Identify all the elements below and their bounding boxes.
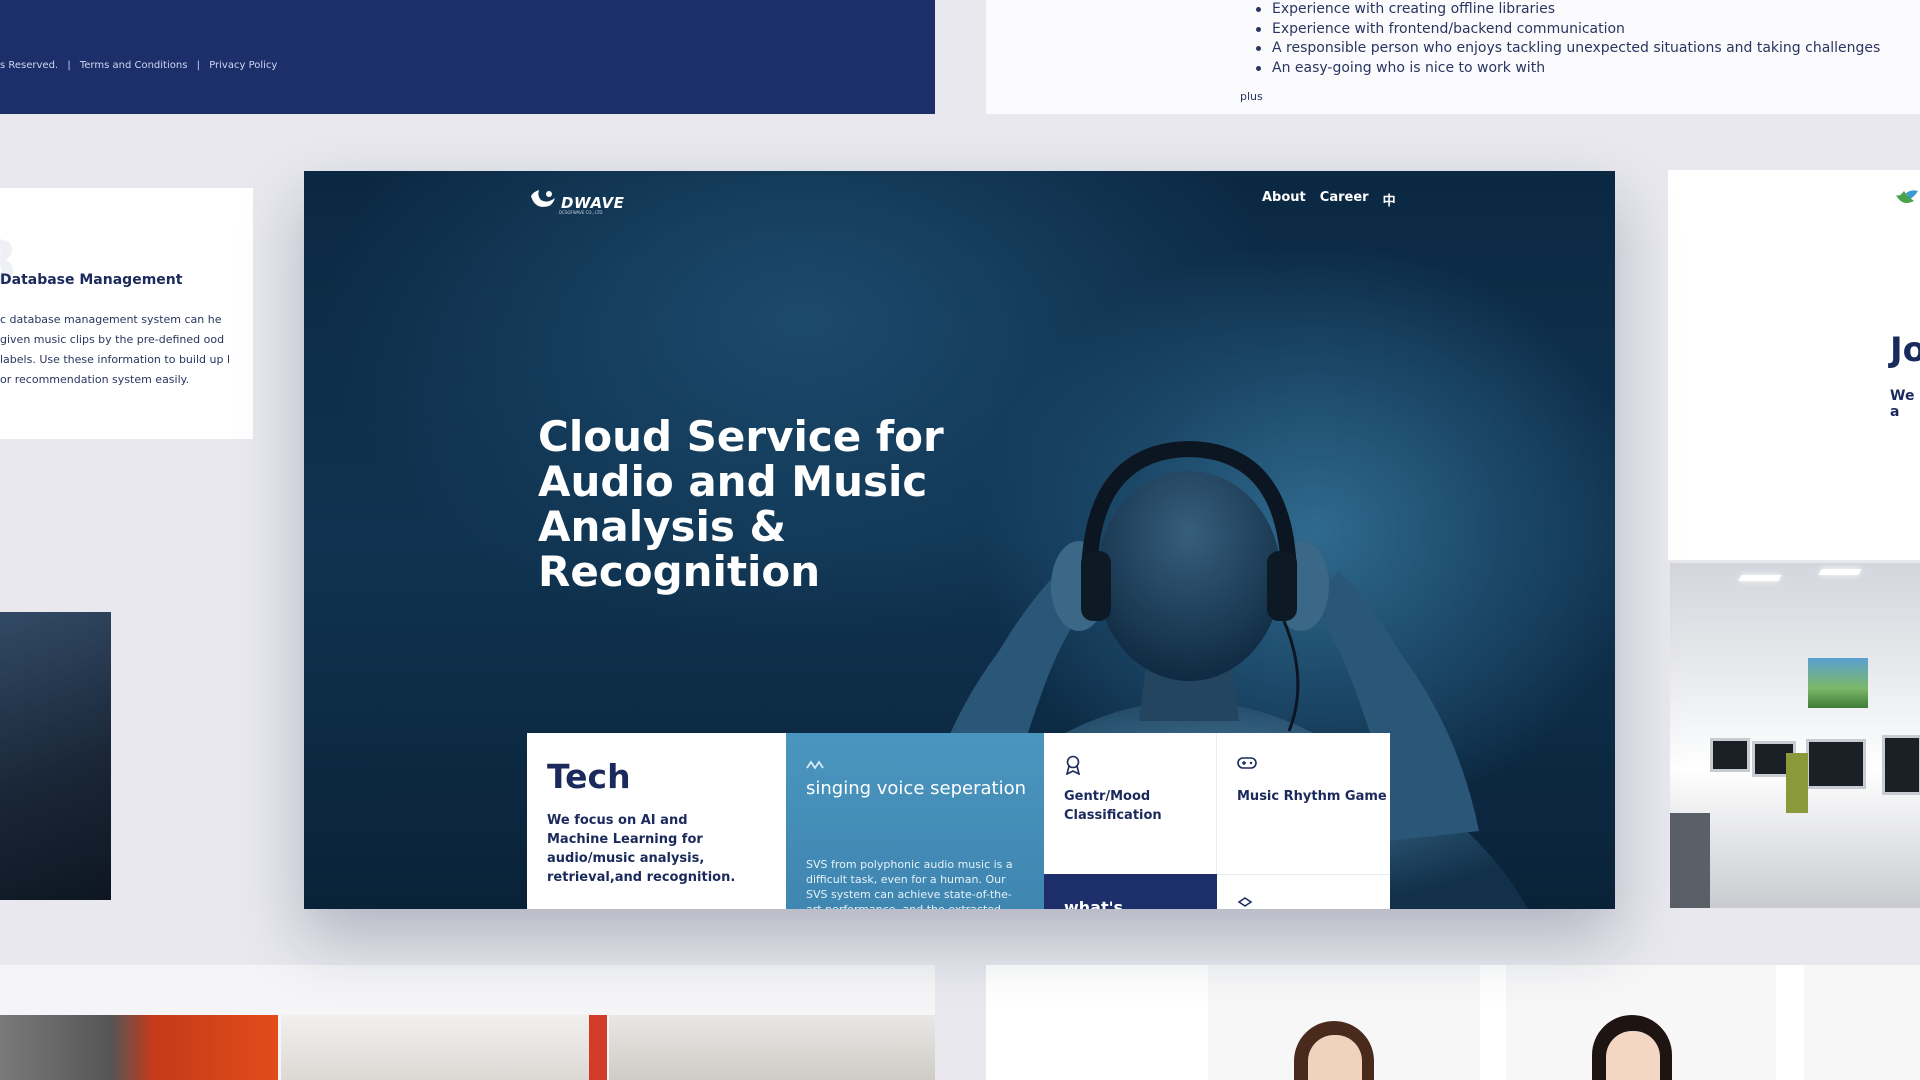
privacy-link[interactable]: Privacy Policy — [209, 60, 277, 71]
join-heading: Jo — [1890, 330, 1920, 370]
wave-bird-icon — [529, 188, 557, 218]
ceiling-light — [1738, 575, 1782, 581]
join-subtext: We a — [1890, 388, 1915, 420]
logo-icon — [1894, 186, 1920, 216]
office-photo — [1670, 563, 1920, 908]
footer-separator: | — [67, 60, 71, 71]
list-item: Experience with frontend/backend communi… — [1256, 20, 1880, 40]
office-photo — [589, 1015, 607, 1080]
nav-about[interactable]: About — [1262, 190, 1306, 209]
cube-icon — [1237, 897, 1253, 909]
monitor — [1710, 738, 1750, 772]
fourth-tile[interactable] — [1217, 874, 1390, 909]
join-card: Jo We a — [1668, 170, 1920, 560]
music-rhythm-tile[interactable]: Music Rhythm Game — [1217, 733, 1390, 874]
database-title: Database Management — [0, 272, 183, 288]
genre-mood-label: Gentr/Mood Classification — [1064, 789, 1162, 823]
avatar — [1308, 1035, 1362, 1080]
footer-reserved: s Reserved. — [0, 60, 59, 71]
tech-title: Tech — [547, 757, 631, 796]
wall-picture — [1808, 658, 1868, 708]
dwave-logo[interactable]: DWAVE DCSOFWAVE CO., LTD — [529, 188, 624, 218]
office-photo — [609, 1015, 935, 1080]
whatis-label: what's — [1064, 898, 1124, 909]
list-item: An easy-going who is nice to work with — [1256, 59, 1880, 79]
tech-tile: Tech We focus on AI and Machine Learning… — [527, 733, 786, 909]
list-item: Experience with creating offline librari… — [1256, 0, 1880, 20]
team-photo — [1804, 965, 1920, 1080]
list-item: A responsible person who enjoys tackling… — [1256, 39, 1880, 59]
requirements-card: Experience with creating offline librari… — [986, 0, 1920, 114]
nav-career[interactable]: Career — [1320, 190, 1369, 209]
singing-voice-separation-tile[interactable]: singing voice seperation SVS from polyph… — [786, 733, 1044, 909]
gamepad-icon — [1237, 755, 1257, 774]
avatar — [1606, 1031, 1660, 1080]
language-toggle[interactable]: 中 — [1383, 190, 1396, 209]
hero-section: DWAVE DCSOFWAVE CO., LTD About Career 中 … — [304, 171, 1615, 909]
plus-label: plus — [1240, 90, 1263, 103]
office-photo — [281, 1015, 589, 1080]
svs-description: SVS from polyphonic audio music is a dif… — [806, 858, 1013, 909]
wave-icon — [806, 755, 826, 774]
monitor — [1882, 735, 1920, 795]
footer-links: s Reserved. | Terms and Conditions | Pri… — [0, 60, 283, 71]
tech-description: We focus on AI and Machine Learning for … — [547, 813, 736, 885]
logo-subtitle: DCSOFWAVE CO., LTD — [559, 210, 603, 215]
partition — [1786, 753, 1808, 813]
terms-link[interactable]: Terms and Conditions — [80, 60, 188, 71]
footer-card: s Reserved. | Terms and Conditions | Pri… — [0, 0, 935, 114]
monitor — [1806, 739, 1866, 789]
chair — [1670, 813, 1710, 908]
team-gallery — [986, 965, 1920, 1080]
database-management-card: 3 Database Management c database managem… — [0, 188, 253, 439]
ceiling-light — [1818, 569, 1862, 575]
whatis-tile[interactable]: what's — [1044, 874, 1217, 909]
left-photo — [0, 612, 111, 900]
team-photo — [1208, 965, 1480, 1080]
database-description: c database management system can he give… — [0, 313, 230, 386]
music-rhythm-label: Music Rhythm Game — [1237, 789, 1387, 804]
award-icon — [1064, 755, 1082, 779]
feature-tiles: Tech We focus on AI and Machine Learning… — [527, 733, 1398, 909]
requirements-list: Experience with creating offline librari… — [1256, 0, 1880, 78]
svs-title: singing voice seperation — [806, 778, 1026, 799]
office-photo — [0, 1015, 278, 1080]
footer-separator: | — [196, 60, 200, 71]
team-photo — [1506, 965, 1776, 1080]
genre-mood-tile[interactable]: Gentr/Mood Classification — [1044, 733, 1217, 874]
office-gallery — [0, 965, 935, 1080]
top-nav: About Career 中 — [1262, 190, 1396, 209]
